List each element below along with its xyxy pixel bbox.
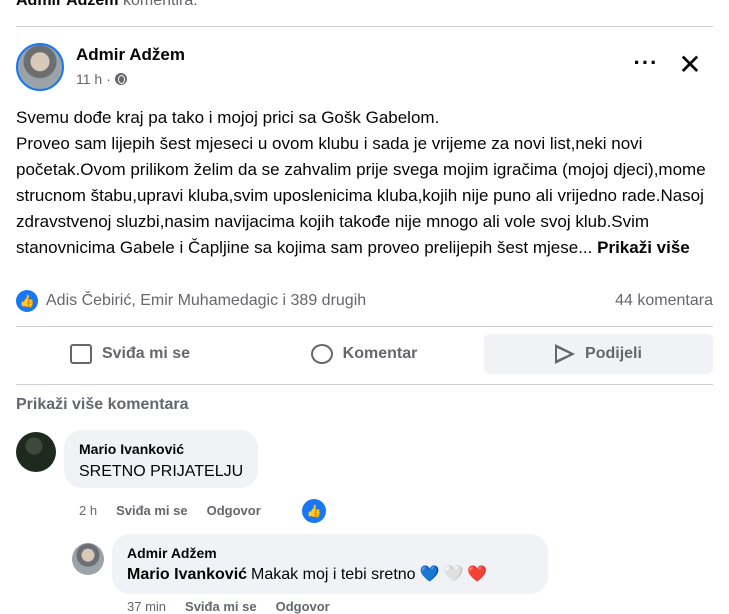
share-button-label: Podijeli [585, 345, 642, 362]
comment-bubble-icon [310, 344, 333, 364]
reply-actions: 37 min Sviđa mi se Odgovor [127, 599, 330, 614]
blue-heart-icon: 💙 [419, 566, 440, 583]
like-icon: 👍 [16, 290, 38, 312]
reactions-text[interactable]: Adis Čebirić, Emir Muhamedagic i 389 dru… [46, 292, 366, 310]
close-icon[interactable]: ✕ [675, 50, 705, 80]
comments-count[interactable]: 44 komentara [615, 292, 713, 310]
like-button[interactable]: Sviđa mi se [16, 334, 244, 374]
like-icon[interactable]: 👍 [302, 499, 326, 523]
like-button-label: Sviđa mi se [101, 345, 191, 362]
reply-text: Makak moj i tebi sretno [251, 566, 416, 583]
post-paragraph-2: Proveo sam lijepih šest mjeseci u ovom k… [16, 131, 721, 261]
reply-reply-button[interactable]: Odgovor [276, 599, 330, 614]
post-text: Svemu dođe kraj pa tako i mojoj prici sa… [16, 105, 721, 261]
comment-author[interactable]: Mario Ivanković [79, 441, 184, 457]
comment-button-label: Komentar [342, 345, 418, 362]
red-heart-icon: ❤️ [467, 566, 488, 583]
author-avatar[interactable] [16, 43, 64, 91]
comment-reply-button[interactable]: Odgovor [207, 503, 261, 518]
reactions-summary[interactable]: 👍 Adis Čebirić, Emir Muhamedagic i 389 d… [16, 290, 366, 312]
comment-text: SRETNO PRIJATELJU [79, 463, 244, 480]
globe-icon [114, 73, 127, 85]
reply-time[interactable]: 37 min [127, 599, 166, 614]
reply-mention[interactable]: Mario Ivanković [127, 566, 247, 584]
comment-time[interactable]: 2 h [79, 503, 97, 518]
white-heart-icon: 🤍 [443, 566, 464, 583]
comment-button[interactable]: Komentar [250, 334, 478, 374]
reply-text-line: Mario Ivanković Makak moj i tebi sretno … [127, 566, 487, 584]
reply-author[interactable]: Admir Adžem [127, 545, 217, 561]
share-arrow-icon [555, 344, 576, 364]
show-more-comments-link[interactable]: Prikaži više komentara [16, 396, 189, 414]
comment-actions: 2 h Sviđa mi se Odgovor [79, 503, 261, 518]
commenter-avatar[interactable] [16, 432, 56, 472]
reply-bubble [112, 534, 548, 594]
share-button[interactable]: Podijeli [484, 334, 713, 374]
post-meta: 11 h · [76, 71, 127, 87]
previous-comment-author[interactable]: Admir Adžem [16, 0, 119, 9]
post-author[interactable]: Admir Adžem [76, 45, 185, 65]
post-time[interactable]: 11 h [76, 71, 102, 87]
previous-comment-suffix: komentira. [122, 0, 198, 9]
previous-comment-line: Admir Adžem komentira. [16, 0, 198, 10]
reply-like-button[interactable]: Sviđa mi se [185, 599, 257, 614]
divider [16, 384, 713, 385]
thumbs-up-icon [69, 344, 92, 364]
more-options-button[interactable]: ··· [631, 52, 661, 80]
separator: · [106, 71, 111, 87]
comment-like-button[interactable]: Sviđa mi se [116, 503, 188, 518]
divider [16, 326, 713, 327]
reply-avatar[interactable] [72, 543, 104, 575]
divider [16, 26, 713, 27]
see-more-link[interactable]: Prikaži više [597, 238, 690, 257]
post-paragraph-1: Svemu dođe kraj pa tako i mojoj prici sa… [16, 108, 440, 127]
